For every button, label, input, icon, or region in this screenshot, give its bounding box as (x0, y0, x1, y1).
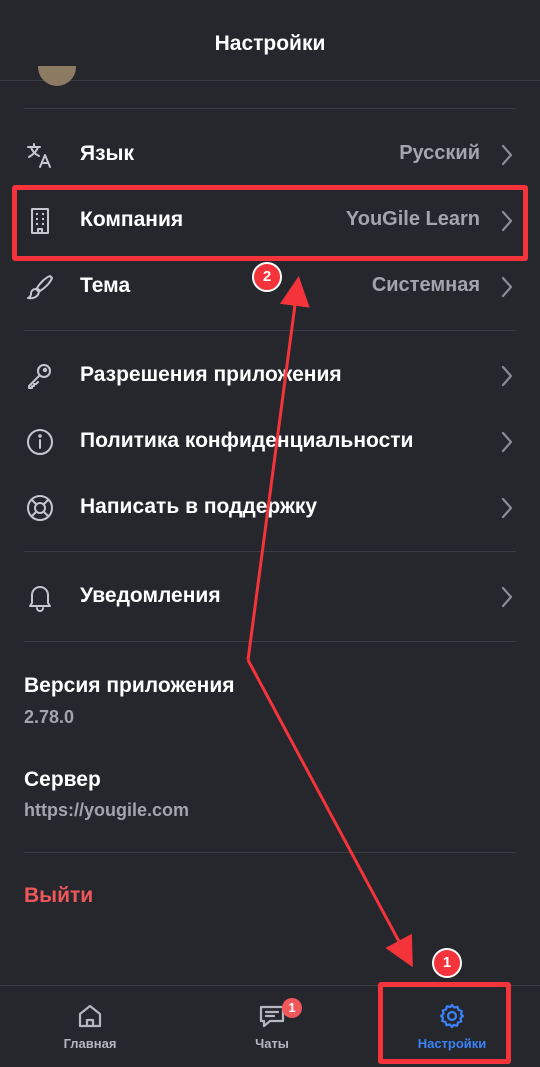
lifebuoy-icon (24, 492, 56, 524)
tab-label: Главная (63, 1036, 117, 1051)
settings-item-label: Разрешения приложения (80, 363, 342, 386)
tab-label: Чаты (255, 1036, 289, 1051)
settings-item-label: Тема (80, 274, 131, 297)
highlight-company-row (12, 185, 528, 261)
highlight-settings-tab (378, 982, 511, 1064)
chevron-right-icon (501, 365, 513, 387)
brush-icon (24, 271, 56, 303)
chevron-right-icon (501, 586, 513, 608)
info-icon (24, 426, 56, 458)
chevron-right-icon (501, 144, 513, 166)
unread-badge: 1 (282, 998, 302, 1018)
bell-icon (24, 581, 56, 613)
settings-item-permissions[interactable]: Разрешения приложения (0, 343, 540, 409)
settings-item-privacy-policy[interactable]: Политика конфиденциальности (0, 409, 540, 475)
divider (24, 108, 516, 109)
app-version-value: 2.78.0 (24, 707, 75, 727)
tab-home[interactable]: Главная (0, 986, 180, 1067)
chevron-right-icon (501, 276, 513, 298)
divider (24, 852, 516, 853)
settings-item-value: Системная (371, 274, 480, 296)
page-title: Настройки (214, 32, 326, 55)
chevron-right-icon (501, 497, 513, 519)
avatar[interactable] (38, 66, 76, 86)
settings-item-label: Написать в поддержку (80, 495, 318, 518)
translate-icon (24, 139, 56, 171)
divider (24, 330, 516, 331)
settings-item-support[interactable]: Написать в поддержку (0, 475, 540, 541)
settings-item-language[interactable]: Язык Русский (0, 122, 540, 188)
settings-item-value: Русский (399, 142, 480, 164)
annotation-marker-2: 2 (252, 262, 282, 292)
server-title: Сервер (24, 768, 101, 791)
server-value: https://yougile.com (24, 800, 190, 820)
chevron-right-icon (501, 431, 513, 453)
settings-item-notifications[interactable]: Уведомления (0, 564, 540, 630)
key-icon (24, 360, 56, 392)
divider (24, 551, 516, 552)
home-icon (78, 1004, 102, 1028)
logout-button[interactable]: Выйти (24, 884, 93, 908)
app-version-title: Версия приложения (24, 674, 235, 697)
settings-item-label: Язык (80, 142, 134, 165)
tab-chats[interactable]: 1 Чаты (182, 986, 362, 1067)
header: Настройки (0, 0, 540, 81)
settings-item-label: Уведомления (80, 584, 221, 607)
annotation-marker-1: 1 (432, 948, 462, 978)
divider (24, 641, 516, 642)
settings-item-label: Политика конфиденциальности (80, 429, 414, 452)
